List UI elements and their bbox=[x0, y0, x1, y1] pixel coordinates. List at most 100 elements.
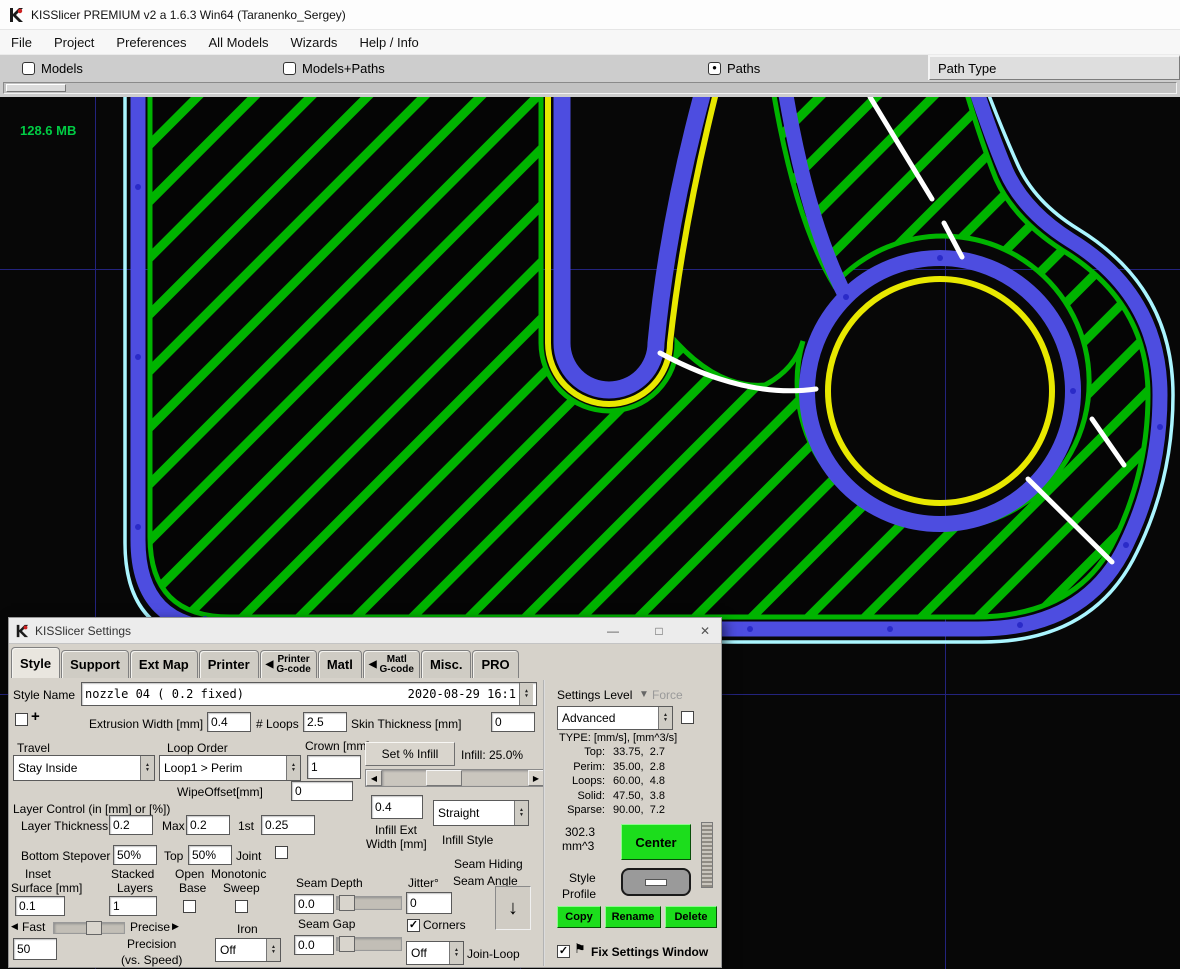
style-select-checkbox[interactable] bbox=[15, 713, 28, 726]
stacked-layers-label-1: Stacked bbox=[111, 867, 154, 881]
layer-slider-track[interactable] bbox=[3, 82, 1177, 94]
jitter-field[interactable]: 0 bbox=[406, 892, 452, 914]
style-profile-label-1: Style bbox=[569, 871, 596, 885]
infill-style-select[interactable]: Straight ▲▼ bbox=[433, 800, 529, 826]
iron-spinner[interactable]: ▲▼ bbox=[266, 939, 280, 961]
add-style-icon[interactable]: + bbox=[31, 709, 40, 724]
tab-style[interactable]: Style bbox=[11, 647, 60, 678]
radio-models[interactable]: Models bbox=[22, 55, 83, 81]
minimize-button[interactable]: — bbox=[601, 621, 625, 641]
monotonic-sweep-checkbox[interactable] bbox=[235, 900, 248, 913]
join-loop-spinner[interactable]: ▲▼ bbox=[449, 942, 463, 964]
rename-button[interactable]: Rename bbox=[605, 906, 661, 928]
infill-style-spinner[interactable]: ▲▼ bbox=[514, 801, 528, 825]
seam-gap-field[interactable]: 0.0 bbox=[294, 935, 334, 955]
tab-matl[interactable]: Matl bbox=[318, 650, 362, 678]
fix-settings-label: Fix Settings Window bbox=[591, 945, 708, 959]
path-type-dropdown[interactable]: Path Type bbox=[928, 55, 1180, 81]
joint-checkbox[interactable] bbox=[275, 846, 288, 859]
menu-preferences[interactable]: Preferences bbox=[105, 35, 197, 50]
speed-type-header: TYPE: [mm/s], [mm^3/s] bbox=[559, 732, 677, 745]
tab-printer-gcode[interactable]: ◀ PrinterG-code bbox=[260, 650, 317, 678]
tab-misc[interactable]: Misc. bbox=[421, 650, 472, 678]
crown-field[interactable]: 1 bbox=[307, 755, 361, 779]
radio-models-paths[interactable]: Models+Paths bbox=[283, 55, 385, 81]
seam-depth-slider[interactable] bbox=[336, 896, 402, 910]
settings-level-spinner[interactable]: ▲▼ bbox=[658, 707, 672, 729]
infill-slider-left-arrow[interactable]: ◀ bbox=[366, 770, 382, 786]
join-loop-select[interactable]: Off ▲▼ bbox=[406, 941, 464, 965]
settings-level-label: Settings Level bbox=[557, 688, 632, 702]
tab-matl-gcode[interactable]: ◀ MatlG-code bbox=[363, 650, 420, 678]
precision-slider-thumb[interactable] bbox=[86, 921, 102, 935]
seam-angle-dial[interactable]: ↓ bbox=[495, 886, 531, 930]
style-name-spinner[interactable]: ▲▼ bbox=[519, 683, 533, 705]
inset-surface-field[interactable]: 0.1 bbox=[15, 896, 65, 916]
seam-gap-slider-thumb[interactable] bbox=[339, 936, 355, 952]
extrusion-width-label: Extrusion Width [mm] bbox=[89, 717, 203, 731]
menu-wizards[interactable]: Wizards bbox=[279, 35, 348, 50]
first-layer-field[interactable]: 0.25 bbox=[261, 815, 315, 835]
maximize-button[interactable]: □ bbox=[647, 621, 671, 641]
tab-printer[interactable]: Printer bbox=[199, 650, 259, 678]
loop-order-spinner[interactable]: ▲▼ bbox=[286, 756, 300, 780]
monotonic-sweep-label-2: Sweep bbox=[223, 881, 260, 895]
settings-window: KISSlicer Settings — □ ✕ Style Support E… bbox=[8, 617, 722, 968]
center-button[interactable]: Center bbox=[621, 824, 691, 860]
seam-depth-slider-thumb[interactable] bbox=[339, 895, 355, 911]
layer-slider-thumb[interactable] bbox=[6, 84, 66, 92]
layer-thickness-field[interactable]: 0.2 bbox=[109, 815, 153, 835]
wipe-offset-field[interactable]: 0 bbox=[291, 781, 353, 801]
layer-slider[interactable] bbox=[0, 80, 1180, 97]
extrusion-width-field[interactable]: 0.4 bbox=[207, 712, 251, 732]
loop-order-select[interactable]: Loop1 > Perim ▲▼ bbox=[159, 755, 301, 781]
infill-slider-track[interactable] bbox=[382, 770, 528, 786]
precise-label: Precise bbox=[130, 920, 170, 934]
delete-button[interactable]: Delete bbox=[665, 906, 717, 928]
open-base-checkbox[interactable] bbox=[183, 900, 196, 913]
menu-project[interactable]: Project bbox=[43, 35, 105, 50]
bed-position-widget[interactable] bbox=[621, 868, 691, 896]
iron-select[interactable]: Off ▲▼ bbox=[215, 938, 281, 962]
force-dropdown-icon[interactable]: ▼ bbox=[639, 688, 649, 702]
stacked-layers-field[interactable]: 1 bbox=[109, 896, 157, 916]
travel-spinner[interactable]: ▲▼ bbox=[140, 756, 154, 780]
monotonic-sweep-label-1: Monotonic bbox=[211, 867, 266, 881]
bottom-stepover-field[interactable]: 50% bbox=[113, 845, 157, 865]
menu-file[interactable]: File bbox=[0, 35, 43, 50]
settings-level-select[interactable]: Advanced ▲▼ bbox=[557, 706, 673, 730]
infill-slider-right-arrow[interactable]: ▶ bbox=[528, 770, 544, 786]
panel-resize-handle bbox=[701, 822, 713, 888]
window-titlebar[interactable]: KISSlicer PREMIUM v2 a 1.6.3 Win64 (Tara… bbox=[0, 0, 1180, 30]
tab-pro[interactable]: PRO bbox=[472, 650, 518, 678]
precision-field[interactable]: 50 bbox=[13, 938, 57, 960]
inset-surface-label-2: Surface [mm] bbox=[11, 881, 82, 895]
max-thickness-field[interactable]: 0.2 bbox=[186, 815, 230, 835]
infill-slider-thumb[interactable] bbox=[426, 770, 462, 786]
precision-slider[interactable] bbox=[53, 922, 125, 934]
set-infill-button[interactable]: Set % Infill bbox=[365, 742, 455, 766]
settings-level-checkbox[interactable] bbox=[681, 711, 694, 724]
seam-depth-field[interactable]: 0.0 bbox=[294, 894, 334, 914]
corners-checkbox[interactable]: ✓ bbox=[407, 919, 420, 932]
fix-settings-checkbox[interactable]: ✓ bbox=[557, 945, 570, 958]
top-stepover-field[interactable]: 50% bbox=[188, 845, 232, 865]
seam-gap-slider[interactable] bbox=[336, 937, 402, 951]
settings-title: KISSlicer Settings bbox=[35, 624, 131, 638]
infill-ext-width-field[interactable]: 0.4 bbox=[371, 795, 423, 819]
menu-help-info[interactable]: Help / Info bbox=[348, 35, 429, 50]
crown-label: Crown [mm] bbox=[305, 739, 370, 753]
style-name-field[interactable]: nozzle 04 ( 0.2 fixed) 2020-08-29 16:1 ▲… bbox=[81, 682, 537, 706]
tab-ext-map[interactable]: Ext Map bbox=[130, 650, 198, 678]
travel-select[interactable]: Stay Inside ▲▼ bbox=[13, 755, 155, 781]
skin-thickness-field[interactable]: 0 bbox=[491, 712, 535, 732]
infill-ext-label-2: Width [mm] bbox=[366, 837, 427, 851]
radio-models-paths-label: Models+Paths bbox=[302, 61, 385, 76]
close-button[interactable]: ✕ bbox=[693, 621, 717, 641]
tab-support[interactable]: Support bbox=[61, 650, 129, 678]
num-loops-field[interactable]: 2.5 bbox=[303, 712, 347, 732]
radio-paths[interactable]: ● Paths bbox=[708, 55, 760, 81]
copy-button[interactable]: Copy bbox=[557, 906, 601, 928]
infill-slider[interactable]: ◀ ▶ bbox=[365, 769, 545, 787]
menu-all-models[interactable]: All Models bbox=[198, 35, 280, 50]
